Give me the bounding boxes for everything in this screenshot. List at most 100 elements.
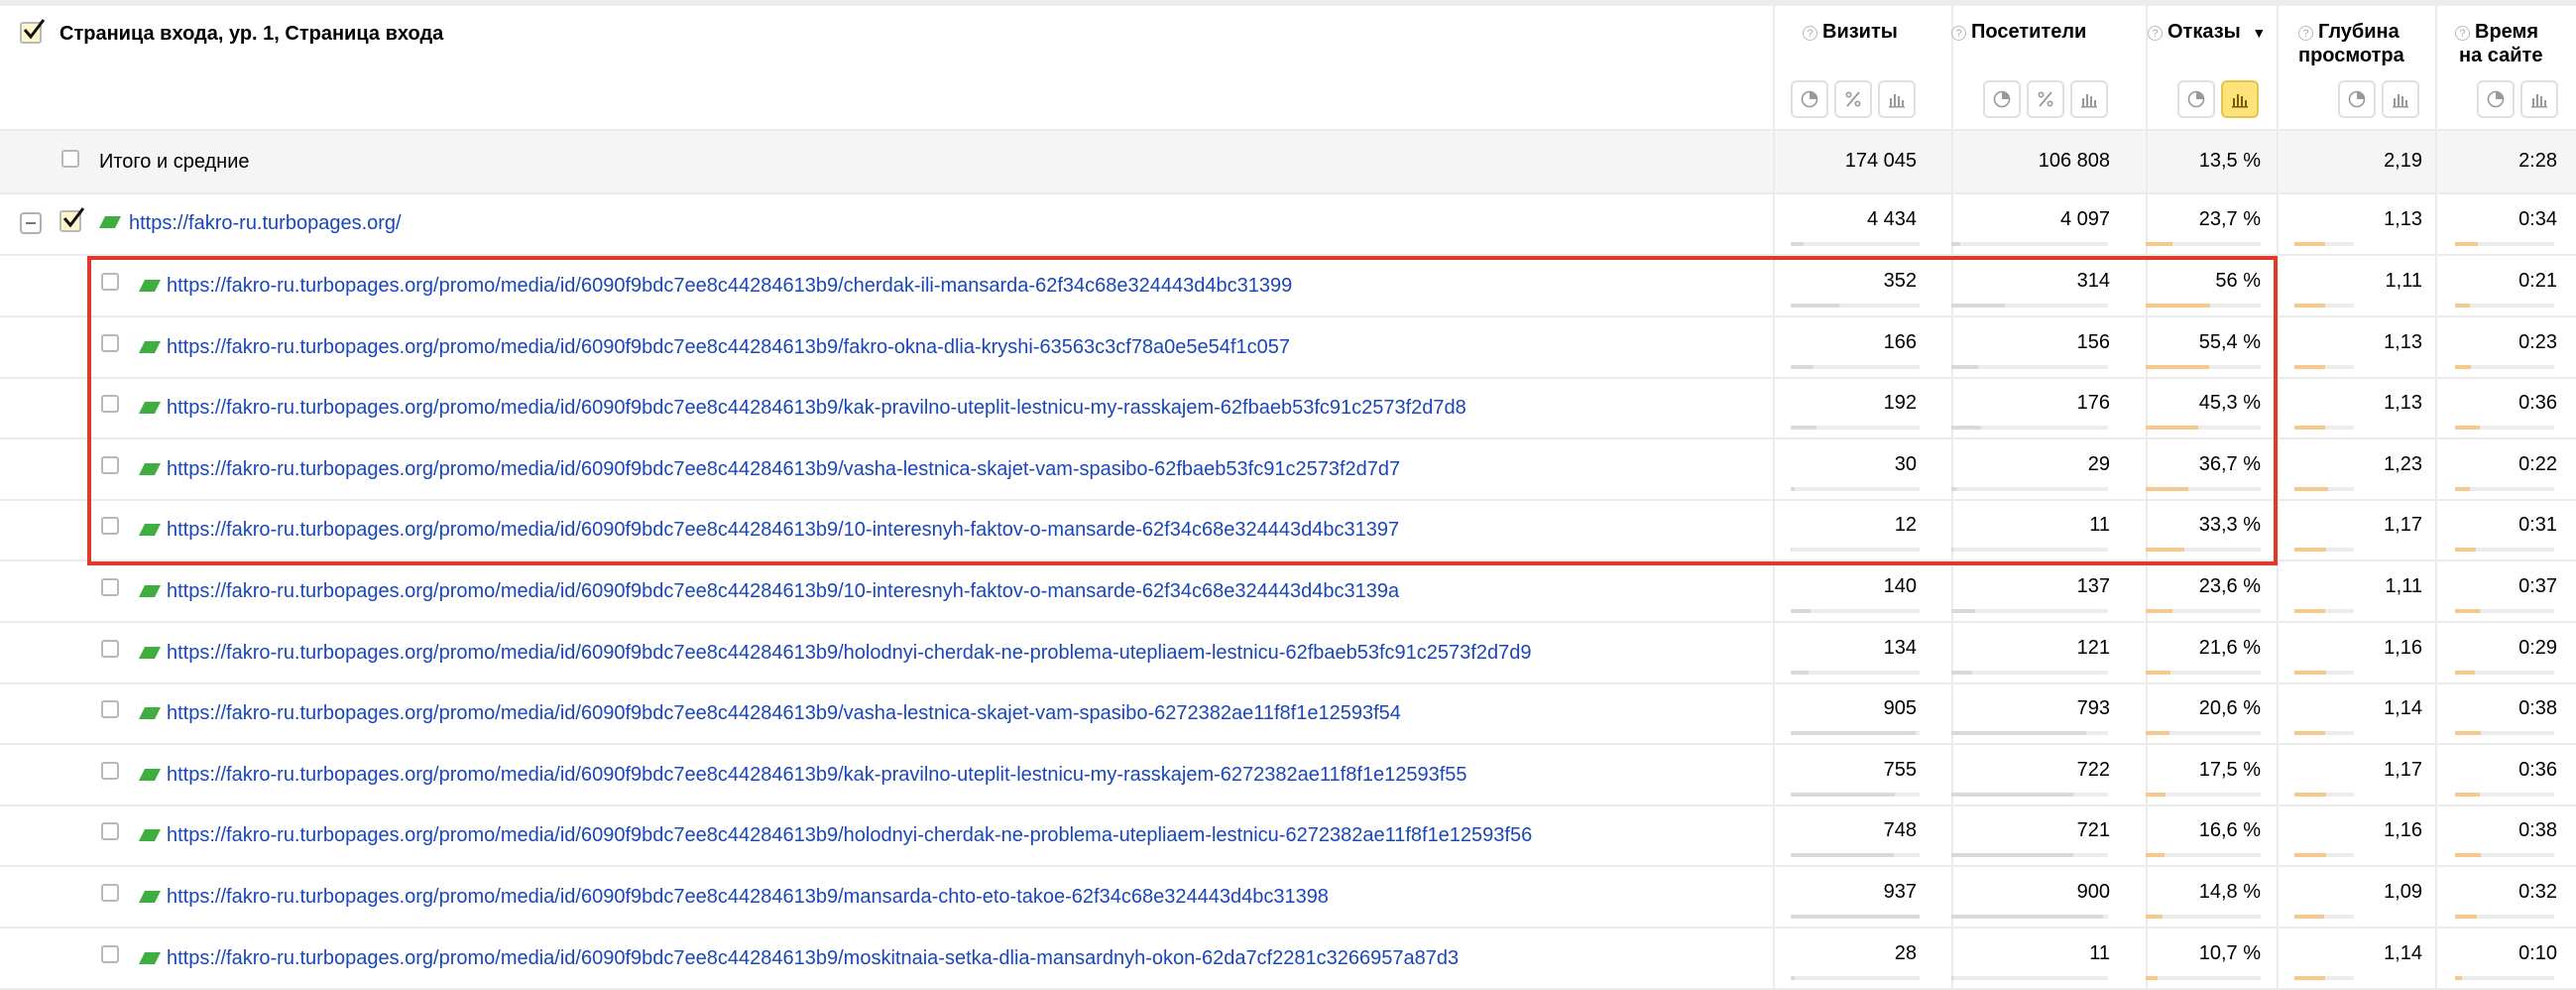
pie-chart-icon: [2187, 90, 2205, 108]
help-icon[interactable]: ?: [1803, 26, 1817, 41]
visitors-bar-fill: [1951, 609, 1975, 613]
help-icon[interactable]: ?: [2298, 26, 2313, 41]
row-time: 0:21: [2518, 270, 2557, 292]
bar-chart-button[interactable]: [1878, 80, 1916, 118]
dimension-header-title[interactable]: Страница входа, ур. 1, Страница входа: [59, 22, 443, 46]
help-icon[interactable]: ?: [2455, 26, 2470, 41]
depth-bar-fill: [2294, 670, 2326, 675]
column-header-visits[interactable]: ? Визиты: [1803, 20, 1898, 44]
depth-bar-track: [2294, 242, 2354, 246]
row-url-link[interactable]: https://fakro-ru.turbopages.org/promo/me…: [167, 763, 1467, 787]
bounce-bar-fill: [2146, 609, 2172, 613]
turbo-page-icon: [139, 646, 161, 659]
bar-chart-button[interactable]: [2520, 80, 2558, 118]
group-depth: 1,13: [2384, 208, 2422, 230]
row-url-link[interactable]: https://fakro-ru.turbopages.org/promo/me…: [167, 701, 1401, 725]
check-icon: [23, 19, 46, 40]
help-icon[interactable]: ?: [2148, 26, 2163, 41]
row-checkbox[interactable]: [101, 884, 119, 902]
time-bar-fill: [2455, 975, 2462, 980]
visits-bar-track: [1791, 609, 1920, 613]
row-url-link[interactable]: https://fakro-ru.turbopages.org/promo/me…: [167, 641, 1531, 665]
totals-label: Итого и средние: [99, 151, 250, 173]
group-checkbox[interactable]: [59, 207, 85, 232]
header-select-all-checkbox[interactable]: [20, 19, 46, 44]
bar-chart-button[interactable]: [2070, 80, 2108, 118]
row-checkbox[interactable]: [101, 578, 119, 596]
row-checkbox[interactable]: [101, 944, 119, 963]
header-divider: [0, 129, 2576, 131]
time-bar-fill: [2455, 915, 2477, 919]
bounce-bar-track: [2146, 975, 2261, 980]
bounce-bar-fill: [2146, 670, 2170, 675]
row-time: 0:23: [2518, 330, 2557, 353]
row-bounce: 23,6 %: [2198, 575, 2261, 597]
time-bar-fill: [2455, 304, 2470, 308]
visits-bar-track: [1791, 242, 1920, 246]
row-depth: 1,11: [2385, 270, 2422, 292]
bar-chart-button[interactable]: [2382, 80, 2419, 118]
table-row: https://fakro-ru.turbopages.org/promo/me…: [0, 561, 2576, 623]
depth-bar-fill: [2294, 792, 2326, 797]
depth-bar-track: [2294, 792, 2354, 797]
bar-chart-icon: [2531, 94, 2547, 108]
percent-button[interactable]: [1834, 80, 1872, 118]
group-time: 0:34: [2518, 208, 2557, 230]
row-checkbox[interactable]: [101, 761, 119, 780]
pie-chart-button[interactable]: [1983, 80, 2021, 118]
row-divider: [0, 192, 2576, 194]
row-url-link[interactable]: https://fakro-ru.turbopages.org/promo/me…: [167, 823, 1532, 847]
bounce-bar-fill: [2146, 731, 2169, 736]
visits-bar-track: [1791, 975, 1920, 980]
table-row: https://fakro-ru.turbopages.org/promo/me…: [0, 745, 2576, 806]
column-header-depth[interactable]: ? Глубина просмотра: [2298, 20, 2404, 67]
row-checkbox[interactable]: [101, 822, 119, 841]
visitors-bar-track: [1951, 242, 2108, 246]
table-row: https://fakro-ru.turbopages.org/promo/me…: [0, 623, 2576, 684]
bounce-bar-track: [2146, 853, 2261, 858]
visitors-bar-fill: [1951, 915, 2103, 919]
row-url-link[interactable]: https://fakro-ru.turbopages.org/promo/me…: [167, 885, 1329, 909]
row-visits: 748: [1883, 819, 1917, 842]
depth-bar-track: [2294, 609, 2354, 613]
time-bar-track: [2455, 731, 2554, 736]
column-header-time[interactable]: ? Время на сайте: [2455, 20, 2542, 67]
bar-chart-icon: [2232, 94, 2248, 108]
totals-visitors: 106 808: [2038, 150, 2110, 172]
row-time: 0:29: [2518, 636, 2557, 659]
row-time: 0:38: [2518, 819, 2557, 842]
row-visitors: 722: [2076, 758, 2110, 781]
row-time: 0:22: [2518, 452, 2557, 475]
pie-chart-button[interactable]: [1791, 80, 1828, 118]
row-url-link[interactable]: https://fakro-ru.turbopages.org/promo/me…: [167, 946, 1459, 970]
pie-chart-button[interactable]: [2177, 80, 2215, 118]
row-depth: 1,13: [2384, 330, 2422, 353]
row-time: 0:36: [2518, 392, 2557, 415]
totals-checkbox[interactable]: [61, 150, 79, 168]
pie-chart-button[interactable]: [2338, 80, 2376, 118]
group-url-link[interactable]: https://fakro-ru.turbopages.org/: [129, 211, 402, 235]
bar-chart-button[interactable]: [2221, 80, 2259, 118]
help-icon[interactable]: ?: [1951, 26, 1966, 41]
pie-chart-button[interactable]: [2477, 80, 2515, 118]
bounce-bar-fill: [2146, 975, 2158, 980]
collapse-group-button[interactable]: [20, 212, 42, 234]
time-bar-track: [2455, 915, 2554, 919]
time-bar-fill: [2455, 853, 2481, 858]
row-checkbox[interactable]: [101, 639, 119, 658]
bounce-bar-fill: [2146, 242, 2172, 246]
time-bar-fill: [2455, 486, 2470, 491]
column-header-visitors[interactable]: ? Посетители: [1951, 20, 2086, 44]
row-url-link[interactable]: https://fakro-ru.turbopages.org/promo/me…: [167, 579, 1399, 603]
turbo-page-icon: [139, 585, 161, 597]
depth-bar-fill: [2294, 486, 2328, 491]
row-time: 0:10: [2518, 941, 2557, 964]
visits-bar-fill: [1791, 975, 1795, 980]
percent-button[interactable]: [2027, 80, 2064, 118]
table-row: https://fakro-ru.turbopages.org/promo/me…: [0, 805, 2576, 868]
visitors-bar-track: [1951, 792, 2108, 797]
bounce-bar-fill: [2146, 792, 2166, 797]
row-checkbox[interactable]: [101, 700, 119, 719]
bounce-bar-fill: [2146, 853, 2165, 858]
column-header-bounce[interactable]: ? Отказы ▼: [2148, 20, 2266, 45]
